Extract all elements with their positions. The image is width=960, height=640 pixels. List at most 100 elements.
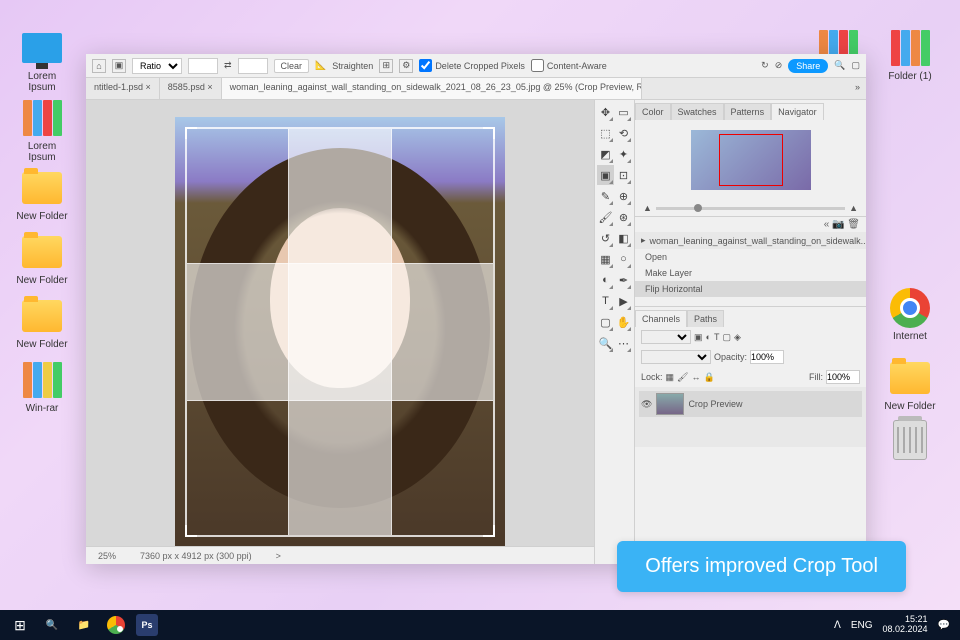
tray-chevron-icon[interactable]: ᐱ: [834, 620, 841, 631]
panel-tab-channels[interactable]: Channels: [635, 310, 687, 327]
clear-button[interactable]: Clear: [274, 59, 310, 73]
start-button[interactable]: ⊞: [4, 610, 36, 640]
crop-tool-icon[interactable]: ▣: [597, 165, 614, 185]
lock-transparency-icon[interactable]: ▦: [666, 372, 675, 383]
desktop-icon-trash[interactable]: [882, 420, 938, 463]
explorer-icon[interactable]: 📁: [68, 610, 100, 640]
clone-stamp-icon[interactable]: ⊛: [615, 207, 632, 227]
crop-handle-tr[interactable]: [483, 127, 495, 139]
artboard-tool-icon[interactable]: ▭: [615, 102, 632, 122]
healing-brush-icon[interactable]: ⊕: [615, 186, 632, 206]
type-tool-icon[interactable]: T: [597, 291, 614, 311]
desktop-icon-chrome[interactable]: Internet: [882, 288, 938, 342]
filter-image-icon[interactable]: ▣: [694, 332, 703, 343]
eyedropper-icon[interactable]: ✎: [597, 186, 614, 206]
opacity-input[interactable]: [750, 350, 784, 364]
filter-type-icon[interactable]: T: [714, 332, 720, 342]
frame-tool-icon[interactable]: ⊡: [615, 165, 632, 185]
layer-filter-select[interactable]: [641, 330, 691, 344]
layer-thumbnail[interactable]: [656, 393, 684, 415]
dodge-tool-icon[interactable]: ◐: [597, 270, 614, 290]
panel-tab-paths[interactable]: Paths: [687, 310, 724, 327]
desktop-icon-folder[interactable]: New Folder: [14, 296, 70, 350]
lock-pixels-icon[interactable]: 🖌: [677, 372, 688, 383]
history-step[interactable]: Open: [635, 249, 866, 265]
panel-tab-swatches[interactable]: Swatches: [671, 103, 724, 120]
desktop-icon-folder1[interactable]: Folder (1): [882, 28, 938, 82]
workspace-icon[interactable]: ▢: [851, 60, 860, 71]
trash-icon[interactable]: 🗑: [847, 219, 860, 230]
navigator-thumbnail[interactable]: [691, 130, 811, 190]
desktop-icon-binders[interactable]: Lorem Ipsum: [14, 98, 70, 163]
crop-overlay[interactable]: [185, 127, 495, 537]
marquee-tool-icon[interactable]: ⬚: [597, 123, 614, 143]
swap-icon[interactable]: ⇄: [224, 60, 232, 71]
crop-handle-br[interactable]: [483, 525, 495, 537]
layer-name[interactable]: Crop Preview: [688, 399, 742, 409]
desktop-icon-winrar[interactable]: Win-rar: [14, 360, 70, 414]
object-select-icon[interactable]: ◩: [597, 144, 614, 164]
delete-cropped-checkbox[interactable]: Delete Cropped Pixels: [419, 59, 525, 72]
status-menu-chevron[interactable]: >: [276, 551, 281, 561]
brush-tool-icon[interactable]: 🖌: [597, 207, 614, 227]
hand-tool-icon[interactable]: ✋: [615, 312, 632, 332]
tabs-overflow[interactable]: »: [849, 78, 866, 99]
share-button[interactable]: Share: [788, 59, 828, 73]
language-indicator[interactable]: ENG: [851, 620, 873, 631]
search-icon[interactable]: 🔍: [834, 60, 845, 71]
canvas[interactable]: 25% 7360 px x 4912 px (300 ppi) >: [86, 100, 594, 564]
crop-options-icon[interactable]: ⚙: [399, 59, 413, 73]
blend-mode-select[interactable]: [641, 350, 711, 364]
desktop-icon-folder[interactable]: New Folder: [14, 232, 70, 286]
crop-handle-bl[interactable]: [185, 525, 197, 537]
zoom-tool-icon[interactable]: 🔍: [597, 333, 614, 353]
zoom-in-icon[interactable]: ▲: [849, 203, 858, 213]
ratio-w-input[interactable]: [188, 58, 218, 74]
chrome-taskbar-icon[interactable]: [100, 610, 132, 640]
content-aware-checkbox[interactable]: Content-Aware: [531, 59, 607, 72]
notifications-icon[interactable]: 💬: [938, 620, 950, 631]
tab-doc[interactable]: 8585.psd ×: [160, 78, 222, 99]
zoom-level[interactable]: 25%: [98, 551, 116, 561]
ratio-h-input[interactable]: [238, 58, 268, 74]
blur-tool-icon[interactable]: ○: [615, 249, 632, 269]
edit-toolbar-icon[interactable]: ⋯: [615, 333, 632, 353]
snapshot-icon[interactable]: 📷: [832, 219, 844, 230]
search-button[interactable]: 🔍: [36, 610, 68, 640]
cancel-icon[interactable]: ⊘: [775, 60, 783, 71]
desktop-icon-folder[interactable]: New Folder: [14, 168, 70, 222]
collapse-icon[interactable]: «: [824, 219, 830, 230]
photoshop-taskbar-icon[interactable]: Ps: [136, 614, 158, 636]
reset-icon[interactable]: ↻: [761, 60, 769, 71]
panel-tab-navigator[interactable]: Navigator: [771, 103, 824, 120]
lock-all-icon[interactable]: 🔒: [703, 372, 714, 383]
crop-tool-icon[interactable]: ▣: [112, 59, 126, 73]
panel-tab-patterns[interactable]: Patterns: [724, 103, 772, 120]
fill-input[interactable]: [826, 370, 860, 384]
lasso-tool-icon[interactable]: ⟲: [615, 123, 632, 143]
overlay-grid-icon[interactable]: ⊞: [379, 59, 393, 73]
navigator-zoom-slider[interactable]: ▲▲: [635, 200, 866, 216]
ratio-preset-select[interactable]: Ratio: [132, 58, 182, 74]
panel-tab-color[interactable]: Color: [635, 103, 671, 120]
tab-doc-active[interactable]: woman_leaning_against_wall_standing_on_s…: [222, 78, 642, 99]
zoom-out-icon[interactable]: ▲: [643, 203, 652, 213]
history-brush-icon[interactable]: ↺: [597, 228, 614, 248]
straighten-icon[interactable]: 📐: [315, 60, 326, 71]
home-icon[interactable]: ⌂: [92, 59, 106, 73]
eraser-tool-icon[interactable]: ◧: [615, 228, 632, 248]
filter-shape-icon[interactable]: ▢: [722, 332, 731, 343]
layer-row[interactable]: 👁 Crop Preview: [639, 391, 862, 417]
move-tool-icon[interactable]: ✥: [597, 102, 614, 122]
magic-wand-icon[interactable]: ✦: [615, 144, 632, 164]
crop-handle-tl[interactable]: [185, 127, 197, 139]
path-select-icon[interactable]: ▶: [615, 291, 632, 311]
gradient-tool-icon[interactable]: ▦: [597, 249, 614, 269]
history-step[interactable]: Make Layer: [635, 265, 866, 281]
desktop-icon-folder[interactable]: New Folder: [882, 358, 938, 412]
filter-adjust-icon[interactable]: ◐: [706, 332, 711, 342]
tab-doc[interactable]: ntitled-1.psd ×: [86, 78, 160, 99]
history-step[interactable]: Flip Horizontal: [635, 281, 866, 297]
lock-position-icon[interactable]: ↔: [691, 372, 700, 382]
desktop-icon-computer[interactable]: Lorem Ipsum: [14, 28, 70, 93]
